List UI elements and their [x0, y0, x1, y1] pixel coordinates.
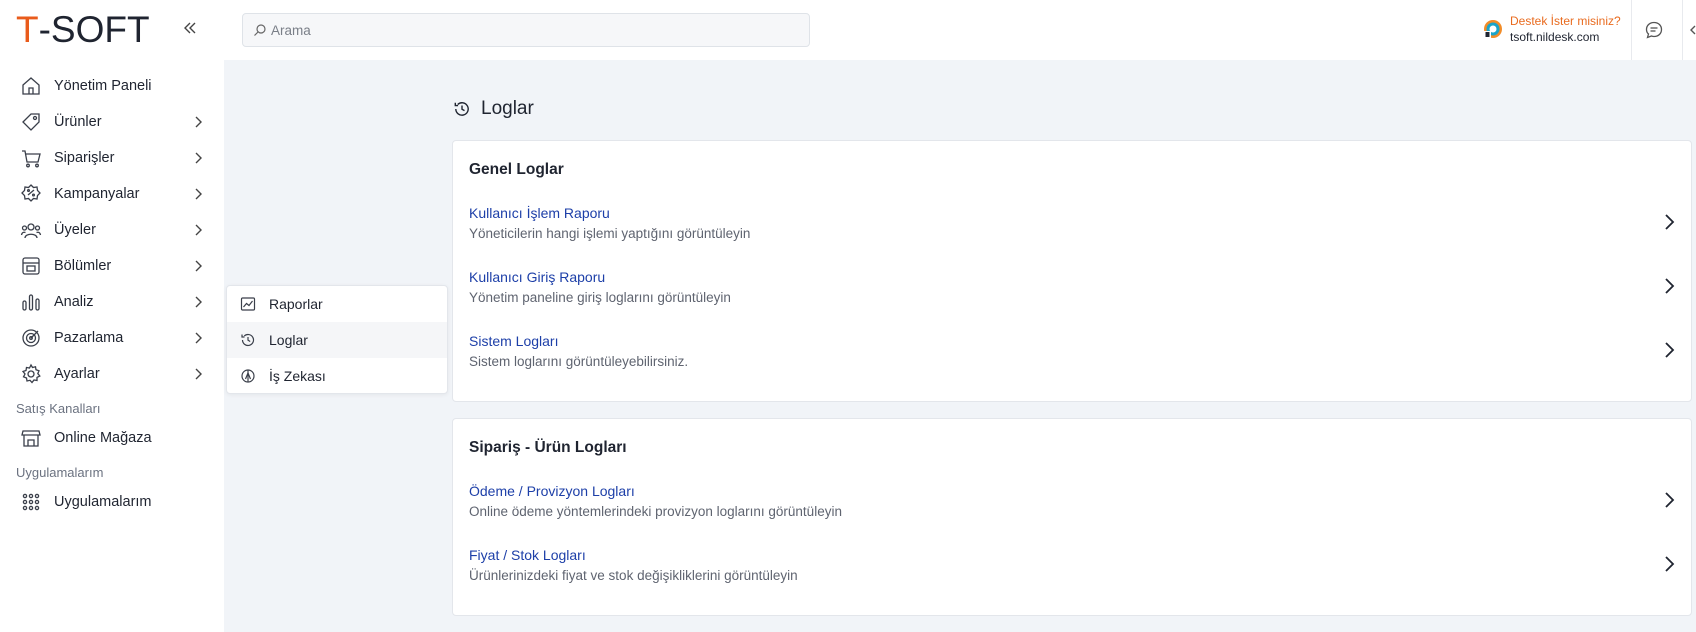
top-bar: Destek İster misiniz? tsoft.nildesk.com	[224, 0, 1696, 60]
row-subtitle: Yöneticilerin hangi işlemi yaptığını gör…	[469, 226, 751, 241]
sidebar-item-uyeler[interactable]: Üyeler	[0, 212, 224, 248]
sidebar-item-urunler[interactable]: Ürünler	[0, 104, 224, 140]
sidebar-item-label: Ayarlar	[54, 366, 100, 382]
apps-grid-icon	[20, 491, 42, 513]
target-icon	[20, 327, 42, 349]
support-link[interactable]: Destek İster misiniz? tsoft.nildesk.com	[1482, 14, 1621, 44]
row-title[interactable]: Sistem Logları	[469, 333, 558, 349]
sidebar-item-label: Analiz	[54, 294, 94, 310]
chat-icon[interactable]	[1644, 20, 1664, 40]
chevron-right-icon	[195, 296, 202, 308]
history-icon	[454, 102, 469, 116]
discount-icon	[20, 183, 42, 205]
divider	[1631, 0, 1632, 60]
row-title[interactable]: Kullanıcı Giriş Raporu	[469, 269, 605, 285]
sidebar-item-label: Siparişler	[54, 150, 115, 166]
flyout-item-label: İş Zekası	[269, 368, 326, 384]
analysis-flyout-menu: Raporlar Loglar İş Zekası	[226, 285, 448, 394]
store-icon	[20, 427, 42, 449]
divider	[1682, 0, 1683, 60]
apps-title: Uygulamalarım	[16, 465, 104, 480]
search-box	[242, 13, 810, 47]
gear-icon	[20, 363, 42, 385]
page-title: Loglar	[453, 98, 534, 120]
chevron-right-icon	[195, 332, 202, 344]
logo-rest: -SOFT	[38, 9, 150, 50]
row-title[interactable]: Fiyat / Stok Logları	[469, 547, 586, 563]
row-subtitle: Ürünlerinizdeki fiyat ve stok değişiklik…	[469, 568, 798, 583]
compass-icon	[239, 367, 257, 385]
sidebar-item-uygulamalarim[interactable]: Uygulamalarım	[0, 484, 224, 520]
search-icon	[254, 24, 266, 36]
sidebar-item-pazarlama[interactable]: Pazarlama	[0, 320, 224, 356]
chevron-left-icon[interactable]	[1688, 20, 1696, 40]
log-row-user-actions[interactable]: Kullanıcı İşlem Raporu Yöneticilerin han…	[453, 199, 1693, 255]
collapse-sidebar-icon[interactable]	[180, 18, 200, 38]
card-title: Genel Loglar	[469, 161, 564, 178]
cart-icon	[20, 147, 42, 169]
sidebar-item-label: Kampanyalar	[54, 186, 140, 202]
history-icon	[239, 331, 257, 349]
sidebar-item-analiz[interactable]: Analiz	[0, 284, 224, 320]
sidebar-item-label: Yönetim Paneli	[54, 78, 152, 94]
row-title[interactable]: Kullanıcı İşlem Raporu	[469, 205, 610, 221]
card-title: Sipariş - Ürün Logları	[469, 439, 627, 456]
sidebar-item-yonetim-paneli[interactable]: Yönetim Paneli	[0, 68, 224, 104]
tag-icon	[20, 111, 42, 133]
chevron-right-icon	[195, 116, 202, 128]
chevron-right-icon	[195, 260, 202, 272]
flyout-item-label: Raporlar	[269, 296, 323, 312]
log-row-payment[interactable]: Ödeme / Provizyon Logları Online ödeme y…	[453, 477, 1693, 533]
chevron-right-icon[interactable]	[1659, 210, 1679, 234]
sidebar-item-kampanyalar[interactable]: Kampanyalar	[0, 176, 224, 212]
page-title-label: Loglar	[481, 98, 534, 119]
sidebar-item-ayarlar[interactable]: Ayarlar	[0, 356, 224, 392]
chevron-right-icon	[195, 152, 202, 164]
sidebar-item-online-magaza[interactable]: Online Mağaza	[0, 420, 224, 456]
flyout-item-label: Loglar	[269, 332, 308, 348]
log-row-system[interactable]: Sistem Logları Sistem loglarını görüntül…	[453, 327, 1693, 383]
chevron-right-icon[interactable]	[1659, 338, 1679, 362]
sidebar-item-label: Ürünler	[54, 114, 102, 130]
flyout-item-loglar[interactable]: Loglar	[227, 322, 447, 358]
sidebar-item-siparisler[interactable]: Siparişler	[0, 140, 224, 176]
sections-icon	[20, 255, 42, 277]
support-domain: tsoft.nildesk.com	[1510, 30, 1600, 44]
order-product-logs-card: Sipariş - Ürün Logları Ödeme / Provizyon…	[452, 418, 1692, 616]
chevron-right-icon	[195, 368, 202, 380]
row-title[interactable]: Ödeme / Provizyon Logları	[469, 483, 635, 499]
sidebar-item-label: Uygulamalarım	[54, 494, 152, 510]
flyout-item-is-zekasi[interactable]: İş Zekası	[227, 358, 447, 394]
chevron-right-icon[interactable]	[1659, 552, 1679, 576]
general-logs-card: Genel Loglar Kullanıcı İşlem Raporu Yöne…	[452, 140, 1692, 402]
sidebar-item-label: Üyeler	[54, 222, 96, 238]
sidebar: T -SOFT Yönetim Paneli Ürünler Siparişler	[0, 0, 224, 632]
sidebar-item-label: Pazarlama	[54, 330, 124, 346]
report-chart-icon	[239, 295, 257, 313]
chevron-right-icon[interactable]	[1659, 488, 1679, 512]
sidebar-item-label: Online Mağaza	[54, 430, 152, 446]
row-subtitle: Online ödeme yöntemlerindeki provizyon l…	[469, 504, 842, 519]
support-question: Destek İster misiniz?	[1510, 14, 1621, 28]
search-input[interactable]	[271, 22, 771, 38]
main-nav: Yönetim Paneli Ürünler Siparişler Kampan…	[0, 68, 224, 520]
flyout-item-raporlar[interactable]: Raporlar	[227, 286, 447, 322]
home-icon	[20, 75, 42, 97]
row-subtitle: Yönetim paneline giriş loglarını görüntü…	[469, 290, 731, 305]
logo-prefix: T	[16, 9, 39, 50]
chevron-right-icon	[195, 188, 202, 200]
analytics-icon	[20, 291, 42, 313]
row-subtitle: Sistem loglarını görüntüleyebilirsiniz.	[469, 354, 689, 369]
sidebar-item-label: Bölümler	[54, 258, 112, 274]
support-logo-icon	[1484, 20, 1502, 38]
sidebar-item-bolumler[interactable]: Bölümler	[0, 248, 224, 284]
log-row-user-logins[interactable]: Kullanıcı Giriş Raporu Yönetim paneline …	[453, 263, 1693, 319]
chevron-right-icon[interactable]	[1659, 274, 1679, 298]
sales-channels-title: Satış Kanalları	[16, 401, 101, 416]
log-row-price-stock[interactable]: Fiyat / Stok Logları Ürünlerinizdeki fiy…	[453, 541, 1693, 597]
tsoft-logo[interactable]: T -SOFT	[16, 9, 150, 50]
chevron-right-icon	[195, 224, 202, 236]
users-icon	[20, 219, 42, 241]
